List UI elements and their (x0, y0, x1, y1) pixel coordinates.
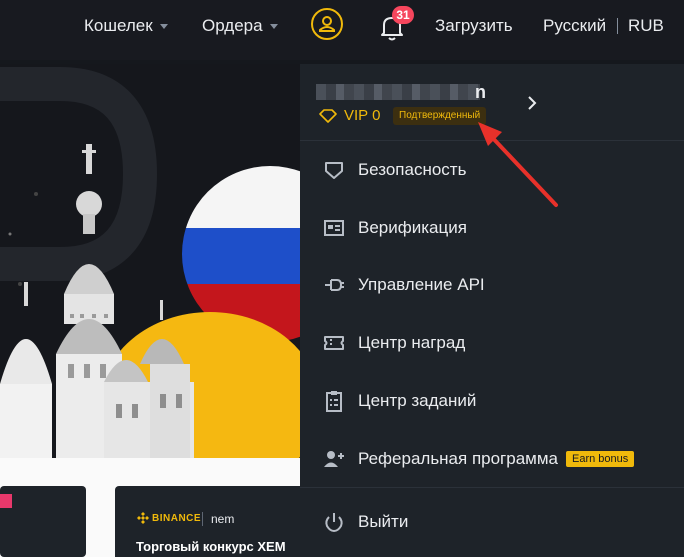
user-avatar-button[interactable] (311, 8, 343, 40)
top-navigation-bar: Кошелек Ордера 31 Загрузить Русский RUB (0, 0, 684, 60)
binance-brand-text: BINANCE (152, 513, 202, 524)
promo-tag (0, 494, 12, 508)
diamond-icon (319, 109, 337, 123)
language-label: Русский (543, 16, 607, 35)
currency-selector[interactable]: RUB (628, 16, 664, 36)
promo-card-title: Торговый конкурс XEM (136, 539, 286, 554)
logout-button[interactable]: Выйти (300, 498, 684, 546)
brand-divider (202, 512, 203, 526)
menu-item-security[interactable]: Безопасность (300, 146, 684, 194)
menu-item-label: Реферальная программа (358, 449, 558, 468)
chevron-down-icon (269, 23, 278, 29)
user-icon (319, 16, 335, 32)
shield-icon (325, 162, 343, 179)
username-redacted (316, 84, 480, 100)
currency-label: RUB (628, 16, 664, 35)
promo-cards-section: BINANCE nem Торговый конкурс XEM (0, 458, 300, 557)
id-card-icon (324, 220, 344, 236)
menu-item-verification[interactable]: Верификация (300, 204, 684, 252)
hero-banner[interactable] (0, 64, 300, 458)
language-selector[interactable]: Русский (543, 16, 606, 36)
logout-label: Выйти (358, 512, 409, 531)
menu-item-label: Верификация (358, 218, 467, 237)
power-icon (325, 513, 343, 533)
wallet-menu-label: Кошелек (84, 16, 153, 35)
menu-item-referral[interactable]: Реферальная программа Earn bonus (300, 435, 684, 483)
divider (300, 487, 684, 488)
menu-item-label: Безопасность (358, 160, 467, 179)
menu-item-reward-center[interactable]: Центр наград (300, 319, 684, 367)
add-user-icon (324, 451, 344, 467)
download-link[interactable]: Загрузить (435, 16, 513, 36)
menu-item-label: Управление API (358, 275, 485, 294)
chevron-right-icon[interactable] (526, 95, 538, 111)
menu-item-task-center[interactable]: Центр заданий (300, 377, 684, 425)
notification-count-badge: 31 (392, 6, 414, 24)
menu-item-label: Центр наград (358, 333, 466, 352)
promo-card-xem[interactable]: BINANCE nem Торговый конкурс XEM (115, 486, 300, 557)
api-plug-icon (325, 279, 344, 291)
vip-level: VIP 0 (344, 107, 381, 124)
clipboard-icon (326, 391, 342, 412)
divider (300, 140, 684, 141)
user-dropdown-panel: n VIP 0 Подтвержденный Безопасность Вери… (300, 64, 684, 557)
orders-menu-label: Ордера (202, 16, 263, 35)
earn-bonus-badge: Earn bonus (566, 451, 635, 467)
orders-menu[interactable]: Ордера (202, 16, 278, 36)
language-currency-divider (617, 18, 618, 34)
username-visible-tail: n (475, 82, 486, 102)
download-label: Загрузить (435, 16, 513, 35)
chevron-down-icon (159, 23, 168, 29)
russia-cathedral-illustration (0, 67, 300, 458)
profile-header[interactable]: n VIP 0 Подтвержденный (300, 64, 684, 140)
promo-card-left[interactable] (0, 486, 86, 557)
wallet-menu[interactable]: Кошелек (84, 16, 168, 36)
ticket-icon (324, 336, 344, 350)
binance-logo-icon (137, 512, 149, 524)
verified-status-badge: Подтвержденный (393, 107, 487, 125)
menu-item-label: Центр заданий (358, 391, 477, 410)
menu-item-api-management[interactable]: Управление API (300, 261, 684, 309)
nem-brand-text: nem (211, 512, 235, 526)
